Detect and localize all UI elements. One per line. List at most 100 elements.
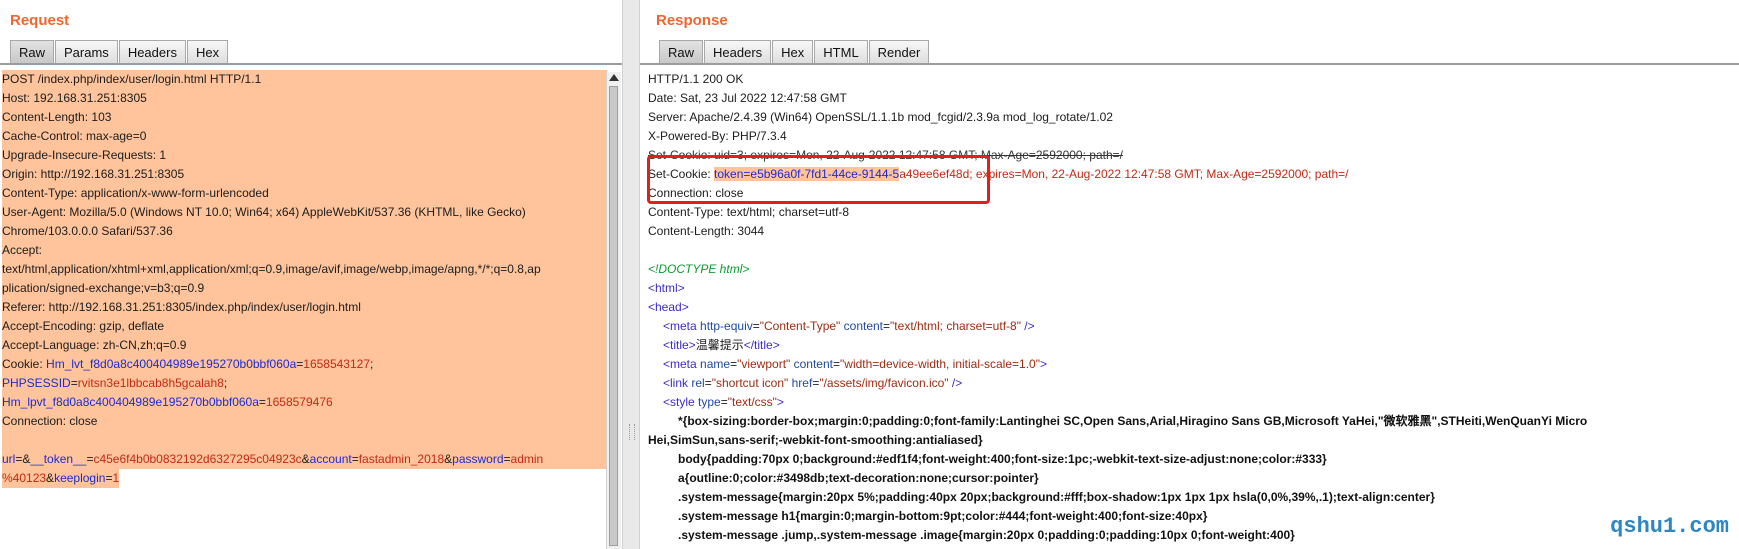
request-line: plication/signed-exchange;v=b3;q=0.9: [2, 279, 607, 298]
response-header-line: Server: Apache/2.4.39 (Win64) OpenSSL/1.…: [648, 110, 1113, 124]
request-line: Host: 192.168.31.251:8305: [2, 89, 607, 108]
cookie-key: Hm_lvt_f8d0a8c400404989e195270b0bbf060a: [46, 357, 297, 371]
param-key: url: [2, 452, 16, 466]
response-editor[interactable]: HTTP/1.1 200 OK Date: Sat, 23 Jul 2022 1…: [648, 70, 1587, 545]
request-tab-raw[interactable]: Raw: [10, 40, 55, 63]
request-line: Content-Type: application/x-www-form-url…: [2, 184, 607, 203]
pane-splitter[interactable]: [622, 0, 640, 549]
doctype-line: <!DOCTYPE html>: [648, 262, 750, 276]
response-header-line: Content-Type: text/html; charset=utf-8: [648, 205, 850, 219]
attr-token: http-equiv: [700, 319, 753, 333]
css-line: body{padding:70px 0;background:#edf1f4;f…: [678, 452, 1327, 466]
response-header-line: Date: Sat, 23 Jul 2022 12:47:58 GMT: [648, 91, 847, 105]
tag-token: />: [1020, 319, 1035, 333]
response-tab-raw[interactable]: Raw: [659, 40, 704, 63]
head-open-line: <head>: [648, 300, 689, 314]
css-line: *{box-sizing:border-box;margin:0;padding…: [678, 414, 1588, 428]
request-tab-hex[interactable]: Hex: [186, 40, 229, 63]
scrollbar-thumb[interactable]: [609, 86, 618, 546]
tag-token: >: [1039, 357, 1047, 371]
token-value: token=e5b96a0f-7fd1-44ce-9144-5: [714, 167, 900, 181]
cookie-line: Hm_lpvt_f8d0a8c400404989e195270b0bbf060a…: [2, 393, 607, 412]
response-tab-divider: [640, 63, 1739, 65]
param-value: c45e6f4b0b0832192d6327295c04923c: [93, 452, 302, 466]
attr-token: type: [698, 395, 721, 409]
value-token: "text/css": [727, 395, 777, 409]
response-tab-hex[interactable]: Hex: [772, 40, 814, 63]
attr-token: content: [793, 357, 833, 371]
request-line: Chrome/103.0.0.0 Safari/537.36: [2, 222, 607, 241]
response-header-line: Connection: close: [648, 186, 744, 200]
meta-line: <meta name="viewport" content="width=dev…: [663, 357, 1047, 371]
param-key: account: [309, 452, 352, 466]
tag-token: </title>: [743, 338, 780, 352]
response-tab-render[interactable]: Render: [868, 40, 930, 63]
set-cookie-uid-line: Set-Cookie: uid=3; expires=Mon, 22-Aug-2…: [648, 148, 1123, 162]
scroll-up-arrow-icon[interactable]: [609, 74, 619, 81]
param-value: %40123: [2, 471, 47, 485]
response-tab-html[interactable]: HTML: [814, 40, 868, 63]
value-token: "/assets/img/favicon.ico": [819, 376, 949, 390]
tag-token: />: [948, 376, 963, 390]
token-rest-text: a49ee6ef48d; expires=Mon, 22-Aug-2022 12…: [899, 167, 1349, 181]
response-header-line: X-Powered-By: PHP/7.3.4: [648, 129, 787, 143]
token-rest: a49ee6ef48d; expires=Mon, 22-Aug-2022 12…: [899, 167, 1348, 181]
response-header-line: Content-Length: 3044: [648, 224, 765, 238]
attr-token: content: [843, 319, 884, 333]
attr-token: name: [700, 357, 731, 371]
param-key: keeplogin: [54, 471, 106, 485]
request-line: Upgrade-Insecure-Requests: 1: [2, 146, 607, 165]
request-tabs: Raw Params Headers Hex: [10, 40, 229, 63]
css-line: Hei,SimSun,sans-serif;-webkit-font-smoot…: [648, 433, 983, 447]
response-header-line: HTTP/1.1 200 OK: [648, 72, 744, 86]
request-tab-params[interactable]: Params: [55, 40, 118, 63]
request-title: Request: [10, 12, 70, 29]
cookie-value: rvitsn3e1lbbcab8h5gcalah8: [77, 376, 224, 390]
css-line: .system-message h1{margin:0;margin-botto…: [678, 509, 1208, 523]
param-value: admin: [510, 452, 544, 466]
request-line: Referer: http://192.168.31.251:8305/inde…: [2, 298, 607, 317]
token-highlight: token=e5b96a0f-7fd1-44ce-9144-5: [714, 167, 900, 181]
request-blank-line: [2, 431, 607, 450]
request-line: Cache-Control: max-age=0: [2, 127, 607, 146]
request-line: User-Agent: Mozilla/5.0 (Windows NT 10.0…: [2, 203, 607, 222]
cookie-value: 1658543127: [303, 357, 371, 371]
tag-token: <link: [663, 376, 692, 390]
param-value: fastadmin_2018: [358, 452, 445, 466]
meta-line: <meta http-equiv="Content-Type" content=…: [663, 319, 1035, 333]
watermark: qshu1.com: [1610, 514, 1729, 539]
css-line: a{outline:0;color:#3498db;text-decoratio…: [678, 471, 1039, 485]
tag-token: <style: [663, 395, 699, 409]
value-token: "Content-Type": [759, 319, 841, 333]
request-tab-headers[interactable]: Headers: [118, 40, 186, 63]
param-key: __token__: [30, 452, 87, 466]
value-token: "width=device-width, initial-scale=1.0": [840, 357, 1040, 371]
request-scrollbar[interactable]: [606, 72, 621, 549]
request-tab-divider: [0, 63, 622, 65]
response-tab-headers[interactable]: Headers: [704, 40, 772, 63]
request-line: Accept-Encoding: gzip, deflate: [2, 317, 607, 336]
title-line: <title>温馨提示</title>: [648, 336, 1587, 355]
response-tabs: Raw Headers Hex HTML Render: [659, 40, 930, 63]
request-editor[interactable]: POST /index.php/index/user/login.html HT…: [2, 70, 607, 488]
value-token: "shortcut icon": [711, 376, 789, 390]
tag-token: <meta: [663, 357, 701, 371]
request-body-line: %40123&keeplogin=1: [2, 469, 120, 488]
param-key: password: [452, 452, 504, 466]
value-token: "text/html; charset=utf-8": [890, 319, 1021, 333]
request-line: text/html,application/xhtml+xml,applicat…: [2, 260, 607, 279]
set-cookie-label: Set-Cookie:: [648, 167, 715, 181]
tag-token: <title>: [663, 338, 696, 352]
attr-token: href: [791, 376, 813, 390]
cookie-key: Hm_lpvt_f8d0a8c400404989e195270b0bbf060a: [2, 395, 259, 409]
request-line: Connection: close: [2, 412, 607, 431]
style-open-line: <style type="text/css">: [663, 395, 784, 409]
link-line: <link rel="shortcut icon" href="/assets/…: [663, 376, 963, 390]
attr-token: rel: [691, 376, 705, 390]
request-line: Accept-Language: zh-CN,zh;q=0.9: [2, 336, 607, 355]
request-body-line: url=&__token__=c45e6f4b0b0832192d6327295…: [2, 450, 607, 469]
splitter-grip-icon[interactable]: [629, 424, 635, 440]
cookie-key: PHPSESSID: [2, 376, 71, 390]
cookie-line: PHPSESSID=rvitsn3e1lbbcab8h5gcalah8;: [2, 374, 607, 393]
value-token: "viewport": [737, 357, 791, 371]
